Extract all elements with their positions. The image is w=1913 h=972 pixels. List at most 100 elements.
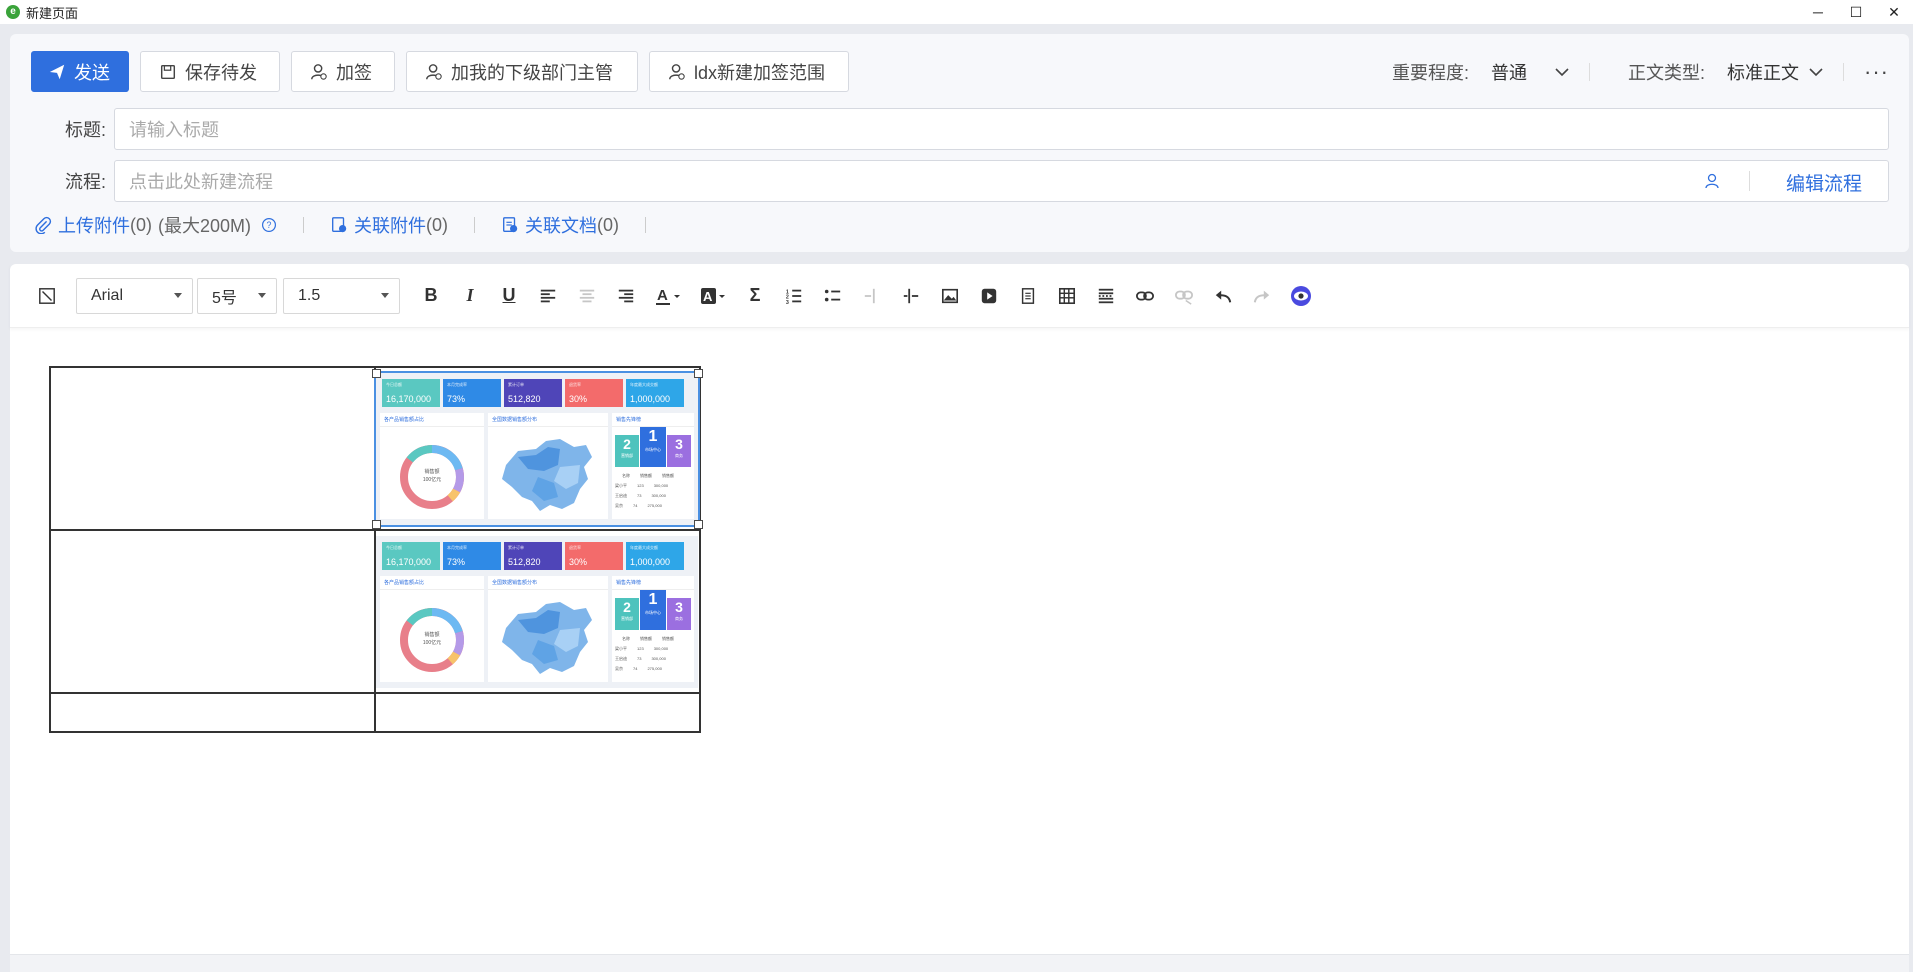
rank-number: 1 (648, 590, 658, 608)
kpi-value: 30% (569, 556, 588, 567)
template-icon[interactable] (1017, 285, 1039, 307)
table-cell[interactable] (374, 692, 701, 733)
sales-ranking-card: 销售先锋榜 2 营销部 1 市场中心 3 商务 名称 销售额 销售额 梁小平 123 300… (612, 575, 694, 682)
background-color-icon[interactable]: A (699, 285, 727, 307)
product-share-card: 各产品销售额占比 销售额 100亿元 (380, 412, 484, 519)
edit-flow-link[interactable]: 编辑流程 (1786, 169, 1862, 196)
upload-count: (0) (130, 214, 152, 235)
add-sub-manager-button[interactable]: 加我的下级部门主管 (406, 51, 638, 92)
page-break-icon[interactable] (1095, 285, 1117, 307)
body-type-select[interactable]: 标准正文 (1727, 59, 1799, 85)
video-icon[interactable] (978, 285, 1000, 307)
preview-icon[interactable] (1290, 285, 1312, 307)
resize-handle[interactable] (694, 519, 703, 529)
rank-badge: 1 市场中心 (640, 426, 666, 467)
align-left-icon[interactable] (537, 285, 559, 307)
more-options-button[interactable]: ··· (1864, 59, 1889, 85)
upload-attachment-link[interactable]: 上传附件 (0) (最大200M) ? (34, 212, 277, 238)
font-family-select[interactable]: Arial (76, 277, 193, 314)
font-family-value: Arial (91, 286, 124, 304)
ranking-cell: 梁小平 (615, 482, 627, 488)
person-icon[interactable] (1704, 173, 1720, 189)
table-cell[interactable]: 今日总额 16,170,000 本月完成率 73% 累计订单 512,820 退… (372, 366, 703, 531)
send-button[interactable]: 发送 (31, 51, 129, 92)
image-icon[interactable] (939, 285, 961, 307)
flow-input[interactable]: 点击此处新建流程 编辑流程 (114, 160, 1889, 202)
ranking-cell: 123 (637, 645, 644, 651)
window-title: 新建页面 (26, 5, 79, 21)
line-height-select[interactable]: 1.5 (283, 277, 400, 314)
send-button-label: 发送 (74, 62, 110, 83)
underline-icon[interactable]: U (498, 285, 520, 307)
align-center-icon[interactable] (576, 285, 598, 307)
body-type-label: 正文类型: (1628, 62, 1706, 83)
kpi-value: 512,820 (508, 556, 541, 567)
resize-handle[interactable] (694, 368, 703, 378)
outdent-icon[interactable] (861, 285, 883, 307)
ranking-cell: 300,000 (651, 655, 666, 661)
help-icon[interactable]: ? (261, 217, 277, 233)
card-title: 销售先锋榜 (612, 413, 694, 427)
unlink-icon[interactable] (1173, 285, 1195, 307)
table-icon[interactable] (1056, 285, 1078, 307)
paperclip-icon (35, 216, 52, 234)
save-draft-button[interactable]: 保存待发 (140, 51, 280, 92)
source-code-icon[interactable] (36, 285, 58, 307)
resize-handle[interactable] (372, 368, 381, 378)
compose-header-panel: 发送 保存待发 加签 加我的下级部门主管 ldx新建加签范围 重要程度: 普通 … (10, 34, 1909, 252)
related-document-link[interactable]: 关联文档 (0) (501, 212, 619, 238)
link-icon[interactable] (1134, 285, 1156, 307)
table-cell[interactable] (49, 692, 376, 733)
add-sign-button[interactable]: 加签 (291, 51, 395, 92)
upload-max-size: (最大200M) (158, 216, 252, 236)
product-share-card: 各产品销售额占比 销售额 100亿元 (380, 575, 484, 682)
card-title: 销售先锋榜 (612, 576, 694, 590)
maximize-button[interactable]: ☐ (1837, 0, 1875, 24)
importance-select[interactable]: 普通 (1491, 59, 1527, 85)
dashboard-image[interactable]: 今日总额 16,170,000 本月完成率 73% 累计订单 512,820 退… (376, 535, 698, 688)
dashboard-image-selected[interactable]: 今日总额 16,170,000 本月完成率 73% 累计订单 512,820 退… (374, 370, 700, 527)
importance-label: 重要程度: (1391, 62, 1469, 83)
caret-down-icon (381, 293, 389, 298)
kpi-label: 今日总额 (386, 544, 402, 550)
table-cell[interactable]: 今日总额 16,170,000 本月完成率 73% 累计订单 512,820 退… (374, 529, 701, 694)
table-cell[interactable] (49, 366, 376, 531)
title-input[interactable]: 请输入标题 (114, 108, 1889, 150)
toolbar-buttons: B I U A A Σ 123 (420, 285, 1312, 307)
align-right-icon[interactable] (615, 285, 637, 307)
user-add-icon (311, 63, 327, 80)
font-size-select[interactable]: 5号 (197, 277, 277, 314)
undo-icon[interactable] (1212, 285, 1234, 307)
bold-icon[interactable]: B (420, 285, 442, 307)
chevron-down-icon[interactable] (1555, 65, 1569, 79)
minimize-button[interactable]: ─ (1799, 0, 1837, 24)
ldx-sign-scope-button[interactable]: ldx新建加签范围 (649, 51, 849, 92)
content-table[interactable]: 今日总额 16,170,000 本月完成率 73% 累计订单 512,820 退… (49, 366, 703, 733)
ranking-cell: 吴京 (615, 665, 623, 671)
ranking-table-row: 梁小平 123 300,000 (615, 483, 668, 489)
indent-icon[interactable] (900, 285, 922, 307)
ordered-list-icon[interactable]: 123 (783, 285, 805, 307)
italic-icon[interactable]: I (459, 285, 481, 307)
table-cell[interactable] (49, 529, 376, 694)
donut-center-value: 100亿元 (422, 476, 442, 483)
kpi-label: 累计订单 (508, 381, 524, 387)
close-button[interactable]: ✕ (1875, 0, 1913, 24)
resize-handle[interactable] (372, 519, 381, 529)
ranking-table-header: 名称 销售额 销售额 (622, 636, 674, 642)
divider (1749, 171, 1750, 191)
bullet-list-icon[interactable] (822, 285, 844, 307)
chevron-down-icon[interactable] (1809, 65, 1823, 79)
related-attachment-link[interactable]: 关联附件 (0) (330, 212, 448, 238)
ranking-header-cell: 销售额 (662, 472, 674, 478)
kpi-label: 今日总额 (386, 381, 402, 387)
redo-icon[interactable] (1251, 285, 1273, 307)
kpi-card: 年度最大成交额 1,000,000 (626, 378, 684, 407)
formula-icon[interactable]: Σ (744, 285, 766, 307)
flow-placeholder: 点击此处新建流程 (129, 172, 273, 192)
kpi-label: 本月完成率 (447, 381, 467, 387)
attachment-link-icon (332, 217, 347, 233)
font-color-icon[interactable]: A (654, 285, 682, 307)
kpi-card: 退货率 30% (565, 378, 623, 407)
china-map-icon (502, 601, 592, 674)
